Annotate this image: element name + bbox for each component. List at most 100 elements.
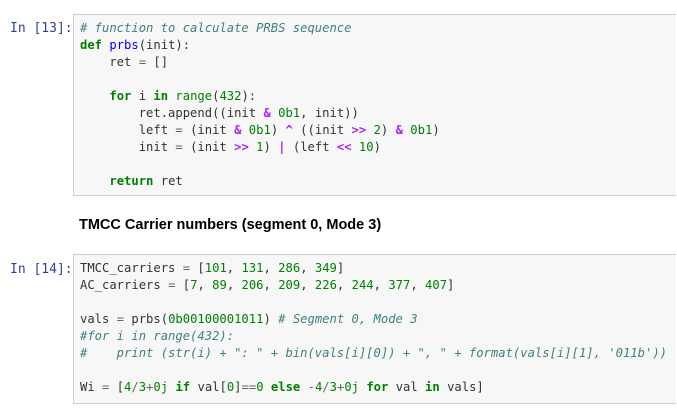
markdown-heading: TMCC Carrier numbers (segment 0, Mode 3)	[79, 217, 382, 233]
code-token: 0	[256, 380, 264, 394]
code-token: 131	[241, 261, 264, 275]
code-line: return ret	[80, 173, 440, 190]
code-token: ,	[263, 261, 279, 275]
code-token: &	[395, 123, 403, 137]
code-token: (init):	[138, 38, 191, 52]
code-token: Wi	[80, 380, 103, 394]
code-token: =	[175, 140, 183, 154]
code-token: )	[380, 123, 396, 137]
code-token: # print (str(i) + ": " + bin(vals[i][0])…	[80, 346, 667, 360]
code-token: 0b00100001011	[168, 312, 264, 326]
code-line: def prbs(init):	[80, 37, 440, 54]
code-input-area[interactable]: TMCC_carriers = [101, 131, 286, 349] AC_c…	[73, 254, 676, 404]
code-token: 0b1	[248, 123, 271, 137]
code-token: 432	[219, 89, 242, 103]
code-token: val	[388, 380, 426, 394]
code-editor[interactable]: # function to calculate PRBS sequence def…	[80, 20, 440, 190]
code-token: ]	[447, 278, 455, 292]
code-token: 0b1	[410, 123, 433, 137]
code-token: ]	[234, 380, 242, 394]
code-token: ,	[300, 278, 315, 292]
code-token: 286	[278, 261, 301, 275]
code-line: AC_carriers = [7, 89, 206, 209, 226, 244…	[80, 277, 667, 294]
code-token: )	[432, 123, 440, 137]
code-token: vals]	[439, 380, 484, 394]
code-token: ret	[80, 55, 139, 69]
cell-prompt: In [13]:	[10, 21, 73, 36]
code-token: ret	[153, 174, 183, 188]
code-token: /	[131, 380, 139, 394]
code-token: ]	[336, 261, 345, 275]
code-token: 377	[388, 278, 411, 292]
code-token: ret.append((init	[80, 106, 264, 120]
code-token: 10	[358, 140, 374, 154]
code-token: if	[175, 380, 191, 394]
code-token: def	[80, 38, 103, 52]
code-editor[interactable]: TMCC_carriers = [101, 131, 286, 349] AC_c…	[80, 260, 667, 396]
code-input-area[interactable]: # function to calculate PRBS sequence def…	[73, 14, 676, 196]
code-token: 3	[138, 380, 147, 394]
code-token: (init	[182, 140, 235, 154]
code-token: # function to calculate PRBS sequence	[80, 21, 352, 35]
code-token: 349	[314, 261, 337, 275]
code-cell-14[interactable]: In [14]: TMCC_carriers = [101, 131, 286,…	[0, 250, 677, 410]
code-token: i	[131, 89, 154, 103]
cell-prompt: In [14]:	[10, 262, 73, 277]
code-token: 0b1	[278, 106, 301, 120]
code-token: , init))	[300, 106, 359, 120]
code-line: ret = []	[80, 54, 440, 71]
code-token: left	[80, 123, 176, 137]
code-token: ,	[226, 261, 242, 275]
code-token: -	[307, 380, 315, 394]
code-line: TMCC_carriers = [101, 131, 286, 349]	[80, 260, 667, 277]
code-token: 2	[373, 123, 381, 137]
code-token: ,	[226, 278, 242, 292]
code-token: 206	[241, 278, 264, 292]
code-token: ,	[197, 278, 213, 292]
code-token: |	[278, 140, 286, 154]
code-token: for	[109, 89, 132, 103]
code-token: )	[270, 123, 286, 137]
code-token: [	[175, 278, 191, 292]
code-token: []	[146, 55, 169, 69]
code-cell-13[interactable]: In [13]: # function to calculate PRBS se…	[0, 0, 677, 200]
code-line: init = (init >> 1) | (left << 10)	[80, 139, 440, 156]
code-token: val[	[190, 380, 227, 394]
code-token: 3	[329, 380, 337, 394]
code-token: =	[175, 123, 183, 137]
code-token: 0j	[344, 380, 359, 394]
code-token: ,	[373, 278, 389, 292]
code-line: ret.append((init & 0b1, init))	[80, 105, 440, 122]
code-token: <<	[336, 140, 352, 154]
code-token: (left	[285, 140, 337, 154]
code-token: 244	[351, 278, 374, 292]
code-token: [	[109, 380, 125, 394]
code-token: >>	[351, 123, 367, 137]
code-line: for i in range(432):	[80, 88, 440, 105]
code-token: in	[425, 380, 440, 394]
code-token: TMCC_carriers	[80, 261, 183, 275]
code-token: range	[175, 89, 213, 103]
code-token: 226	[314, 278, 337, 292]
code-token: )	[263, 140, 279, 154]
code-line: # function to calculate PRBS sequence	[80, 20, 440, 37]
code-token: /	[322, 380, 330, 394]
code-line: left = (init & 0b1) ^ ((init >> 2) & 0b1…	[80, 122, 440, 139]
code-token: prbs(	[124, 312, 169, 326]
code-token: 0j	[153, 380, 169, 394]
code-token: AC_carriers	[80, 278, 169, 292]
code-token: for	[366, 380, 389, 394]
code-token: ,	[336, 278, 352, 292]
code-token: 101	[204, 261, 227, 275]
code-token: )	[373, 140, 381, 154]
code-token: 209	[278, 278, 301, 292]
code-token: ,	[410, 278, 426, 292]
